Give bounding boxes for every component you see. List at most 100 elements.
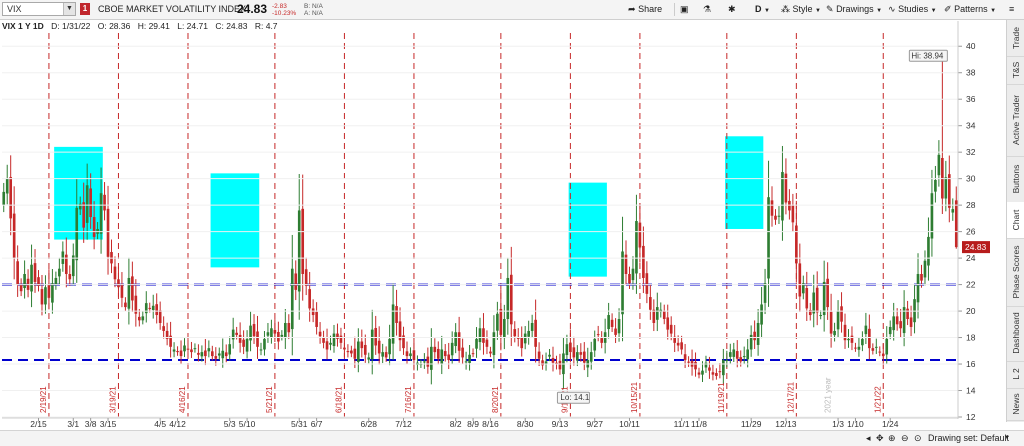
candle-body <box>92 217 96 237</box>
patterns-button[interactable]: ✐ Patterns ▼ <box>944 0 996 19</box>
y-tick-label: 22 <box>966 280 976 290</box>
date-marker-label: 7/16/21 <box>404 386 413 413</box>
candle-body <box>263 338 266 350</box>
candle-body <box>669 324 673 334</box>
year-label: 2021 year <box>824 377 833 413</box>
candle-body <box>735 351 739 359</box>
tab-phase-scores[interactable]: Phase Scores <box>1007 238 1024 308</box>
chevron-down-icon[interactable]: ▼ <box>1004 431 1010 446</box>
candle-body <box>33 263 37 282</box>
share-button[interactable]: ➦ Share <box>628 0 662 19</box>
zoom-out-icon[interactable]: ⊖ <box>901 431 909 446</box>
candle-body <box>155 304 159 316</box>
tab-buttons[interactable]: Buttons <box>1007 156 1024 203</box>
drawings-button[interactable]: ✎ Drawings ▼ <box>826 0 882 19</box>
candle-body <box>589 352 593 362</box>
candle-body <box>106 208 110 257</box>
x-tick-label: 7/12 <box>395 419 412 429</box>
x-tick-label: 1/3 <box>832 419 844 429</box>
y-tick-label: 32 <box>966 147 976 157</box>
candle-body <box>753 331 756 341</box>
candle-body <box>836 311 840 330</box>
price-chart[interactable]: 12 14 16 18 20 22 24 26 28 30 32 34 36 38 40 2/15 3/1 3/… <box>0 0 1024 445</box>
price-axis: 12 14 16 18 20 22 24 26 28 30 32 34 36 38 40 <box>2 21 976 422</box>
tab-active-trader[interactable]: Active Trader <box>1007 84 1024 158</box>
candle-body <box>489 351 492 354</box>
zoom-reset-icon[interactable]: ⊙ <box>914 431 922 446</box>
candle-body <box>683 354 687 361</box>
y-tick-label: 18 <box>966 333 976 343</box>
candle-body <box>492 332 496 356</box>
candle-body <box>482 328 485 343</box>
chevron-down-icon[interactable]: ▼ <box>63 3 75 15</box>
candle-body <box>360 341 364 349</box>
drawings-icon: ✎ <box>826 4 834 14</box>
zoom-in-icon[interactable]: ⊕ <box>888 431 896 446</box>
studies-button[interactable]: ∿ Studies ▼ <box>888 0 937 19</box>
x-tick-label: 12/13 <box>775 419 797 429</box>
open-value: O: 28.36 <box>97 21 131 31</box>
candle-body <box>329 342 332 345</box>
style-button[interactable]: ⁂ Style ▼ <box>781 0 821 19</box>
flask-button[interactable]: ⚗ <box>703 0 711 19</box>
alert-flag-icon[interactable]: 1 <box>80 3 90 15</box>
symbol-value[interactable]: VIX <box>7 3 22 15</box>
candle-body <box>336 333 339 339</box>
candle-body <box>339 335 343 343</box>
candle-body <box>186 348 190 350</box>
save-button[interactable]: ▣ <box>680 0 689 19</box>
scroll-left-icon[interactable]: ◂ <box>866 431 871 446</box>
candle-body <box>40 289 44 305</box>
percent-change: -10.23% <box>272 10 297 17</box>
tab-chart[interactable]: Chart <box>1007 201 1024 240</box>
candle-body <box>857 346 861 350</box>
menu-button[interactable]: ≡ <box>1009 0 1014 19</box>
candle-body <box>596 334 600 336</box>
low-value: L: 24.71 <box>177 21 208 31</box>
candle-body <box>395 306 398 323</box>
candle-body <box>99 193 103 234</box>
y-tick-label: 12 <box>966 412 976 422</box>
candle-body <box>937 154 941 176</box>
chevron-down-icon: ▼ <box>815 8 821 14</box>
tab-t-s[interactable]: T&S <box>1007 56 1024 85</box>
period-button[interactable]: D ▼ <box>755 0 770 19</box>
candle-body <box>131 276 134 301</box>
share-icon: ➦ <box>628 4 636 14</box>
candle-body <box>655 307 659 320</box>
candle-body <box>367 357 371 360</box>
candle-body <box>788 200 791 211</box>
candle-body <box>642 245 645 278</box>
tab-trade[interactable]: Trade <box>1007 20 1024 58</box>
candle-body <box>447 354 451 361</box>
candle-body <box>864 325 868 335</box>
studies-label: Studies <box>898 4 929 14</box>
candle-body <box>214 356 218 359</box>
x-tick-label: 5/10 <box>239 419 256 429</box>
candle-body <box>812 292 816 314</box>
candle-body <box>760 304 763 325</box>
tab-l-2[interactable]: L 2 <box>1007 361 1024 390</box>
bottom-bar: ◂ ✥ ⊕ ⊖ ⊙ Drawing set: Default ▼ <box>0 430 1024 446</box>
candle-body <box>861 338 864 346</box>
candle-body <box>781 172 784 221</box>
symbol-input[interactable]: VIX ▼ <box>2 2 76 16</box>
candle-body <box>54 277 58 285</box>
settings-button[interactable]: ✱ <box>728 0 736 19</box>
tab-news[interactable]: News <box>1007 388 1024 421</box>
candle-body <box>290 268 294 330</box>
candle-body <box>249 325 252 341</box>
candle-body <box>30 264 33 292</box>
low-label: Lo: 14.1 <box>560 393 589 402</box>
candle-body <box>204 350 207 357</box>
candle-body <box>854 347 857 349</box>
y-tick-label: 26 <box>966 227 976 237</box>
candle-body <box>822 281 826 316</box>
candle-body <box>430 346 433 370</box>
candle-body <box>496 313 499 331</box>
pan-icon[interactable]: ✥ <box>876 431 884 446</box>
drawing-set-selector[interactable]: Drawing set: Default <box>928 431 1009 446</box>
tab-dashboard[interactable]: Dashboard <box>1007 306 1024 362</box>
time-axis: 2/15 3/1 3/8 3/15 4/5 4/12 5/3 5/10 5/31 6/7 6/28 7… <box>2 417 958 429</box>
candle-body <box>141 316 145 321</box>
